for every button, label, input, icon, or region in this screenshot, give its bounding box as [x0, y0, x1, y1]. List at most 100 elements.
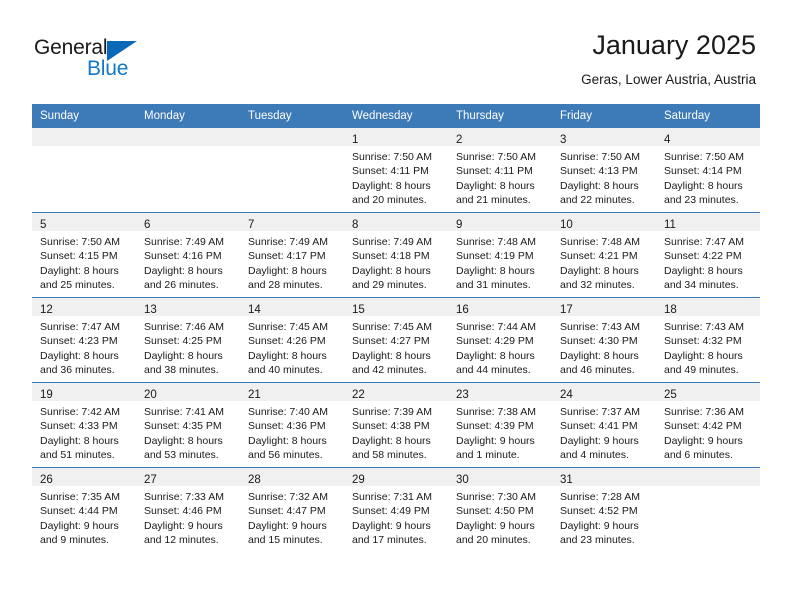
- calendar-day-cell[interactable]: 28 Sunrise: 7:32 AM Sunset: 4:47 PM Dayligh…: [240, 467, 344, 552]
- day-number: 2: [456, 134, 463, 146]
- weekday-header-saturday: Saturday: [656, 104, 760, 128]
- day-number: 10: [560, 219, 573, 231]
- day-number-band: 20: [136, 383, 240, 401]
- calendar-day-cell[interactable]: 18 Sunrise: 7:43 AM Sunset: 4:32 PM Dayligh…: [656, 297, 760, 383]
- day-number-band: [32, 128, 136, 146]
- day-detail-line: and 44 minutes.: [456, 363, 531, 376]
- day-detail-line: Daylight: 9 hours: [144, 519, 223, 532]
- calendar-day-cell[interactable]: 1 Sunrise: 7:50 AM Sunset: 4:11 PM Daylight…: [344, 128, 448, 213]
- calendar-day-cell[interactable]: 27 Sunrise: 7:33 AM Sunset: 4:46 PM Dayligh…: [136, 467, 240, 552]
- day-detail-line: Daylight: 9 hours: [664, 434, 743, 447]
- calendar-day-cell[interactable]: 14 Sunrise: 7:45 AM Sunset: 4:26 PM Dayligh…: [240, 297, 344, 383]
- calendar-day-cell[interactable]: 8 Sunrise: 7:49 AM Sunset: 4:18 PM Daylight…: [344, 212, 448, 298]
- day-number: 13: [144, 304, 157, 316]
- day-detail-line: Sunrise: 7:39 AM: [352, 406, 432, 418]
- calendar-day-cell[interactable]: 20 Sunrise: 7:41 AM Sunset: 4:35 PM Dayligh…: [136, 382, 240, 468]
- calendar-day-cell[interactable]: 9 Sunrise: 7:48 AM Sunset: 4:19 PM Daylight…: [448, 212, 552, 298]
- day-cell-details: Sunrise: 7:37 AM Sunset: 4:41 PM Daylight:…: [552, 401, 656, 462]
- day-detail-line: Daylight: 8 hours: [664, 264, 743, 277]
- day-detail-line: Daylight: 8 hours: [248, 434, 327, 447]
- day-number-band: 7: [240, 213, 344, 231]
- calendar-day-cell[interactable]: 10 Sunrise: 7:48 AM Sunset: 4:21 PM Dayligh…: [552, 212, 656, 298]
- calendar-day-cell[interactable]: 23 Sunrise: 7:38 AM Sunset: 4:39 PM Dayligh…: [448, 382, 552, 468]
- day-detail-line: Sunrise: 7:48 AM: [560, 236, 640, 248]
- calendar-day-cell[interactable]: 12 Sunrise: 7:47 AM Sunset: 4:23 PM Dayligh…: [32, 297, 136, 383]
- day-detail-line: Sunrise: 7:50 AM: [352, 151, 432, 163]
- calendar-day-cell[interactable]: 25 Sunrise: 7:36 AM Sunset: 4:42 PM Dayligh…: [656, 382, 760, 468]
- day-detail-line: Sunrise: 7:42 AM: [40, 406, 120, 418]
- day-number-band: 22: [344, 383, 448, 401]
- day-number: 11: [664, 219, 676, 231]
- calendar-day-cell[interactable]: 19 Sunrise: 7:42 AM Sunset: 4:33 PM Dayligh…: [32, 382, 136, 468]
- day-detail-line: and 58 minutes.: [352, 448, 427, 461]
- calendar-day-cell[interactable]: 11 Sunrise: 7:47 AM Sunset: 4:22 PM Dayligh…: [656, 212, 760, 298]
- day-detail-line: Sunset: 4:29 PM: [456, 335, 534, 348]
- day-detail-line: Sunset: 4:32 PM: [664, 335, 742, 348]
- calendar-day-cell[interactable]: 15 Sunrise: 7:45 AM Sunset: 4:27 PM Dayligh…: [344, 297, 448, 383]
- day-detail-line: Sunrise: 7:50 AM: [560, 151, 640, 163]
- calendar-day-cell[interactable]: 22 Sunrise: 7:39 AM Sunset: 4:38 PM Dayligh…: [344, 382, 448, 468]
- day-number-band: 31: [552, 468, 656, 486]
- day-detail-line: Sunrise: 7:40 AM: [248, 406, 328, 418]
- weekday-header-monday: Monday: [136, 104, 240, 128]
- day-detail-line: Sunrise: 7:33 AM: [144, 491, 224, 503]
- day-detail-line: Daylight: 9 hours: [560, 434, 639, 447]
- day-number: 22: [352, 389, 365, 401]
- calendar-day-cell[interactable]: 3 Sunrise: 7:50 AM Sunset: 4:13 PM Daylight…: [552, 128, 656, 213]
- calendar-day-cell[interactable]: 31 Sunrise: 7:28 AM Sunset: 4:52 PM Dayligh…: [552, 467, 656, 552]
- day-number: 1: [352, 134, 359, 146]
- day-detail-line: Sunset: 4:46 PM: [144, 505, 222, 518]
- calendar-day-cell[interactable]: 16 Sunrise: 7:44 AM Sunset: 4:29 PM Dayligh…: [448, 297, 552, 383]
- calendar-day-cell[interactable]: 17 Sunrise: 7:43 AM Sunset: 4:30 PM Dayligh…: [552, 297, 656, 383]
- calendar-day-cell[interactable]: 7 Sunrise: 7:49 AM Sunset: 4:17 PM Daylight…: [240, 212, 344, 298]
- day-cell-details: Sunrise: 7:32 AM Sunset: 4:47 PM Daylight:…: [240, 486, 344, 547]
- day-number: 5: [40, 219, 47, 231]
- calendar-day-cell[interactable]: 2 Sunrise: 7:50 AM Sunset: 4:11 PM Daylight…: [448, 128, 552, 213]
- general-blue-logo[interactable]: General Blue: [34, 36, 264, 82]
- day-cell-details: Sunrise: 7:42 AM Sunset: 4:33 PM Daylight:…: [32, 401, 136, 462]
- calendar-day-cell[interactable]: 4 Sunrise: 7:50 AM Sunset: 4:14 PM Daylight…: [656, 128, 760, 213]
- day-cell-details: Sunrise: 7:39 AM Sunset: 4:38 PM Daylight:…: [344, 401, 448, 462]
- day-number: 14: [248, 304, 261, 316]
- day-number: 31: [560, 474, 573, 486]
- day-detail-line: Daylight: 8 hours: [352, 179, 431, 192]
- day-detail-line: Daylight: 9 hours: [248, 519, 327, 532]
- day-detail-line: and 56 minutes.: [248, 448, 323, 461]
- day-detail-line: Sunset: 4:18 PM: [352, 250, 430, 263]
- day-detail-line: Sunset: 4:49 PM: [352, 505, 430, 518]
- page-header: General Blue January 2025 Geras, Lower A…: [0, 0, 792, 100]
- calendar-day-cell[interactable]: 13 Sunrise: 7:46 AM Sunset: 4:25 PM Dayligh…: [136, 297, 240, 383]
- day-detail-line: and 53 minutes.: [144, 448, 219, 461]
- day-detail-line: Daylight: 9 hours: [456, 519, 535, 532]
- day-number-band: 17: [552, 298, 656, 316]
- calendar-day-cell[interactable]: 26 Sunrise: 7:35 AM Sunset: 4:44 PM Dayligh…: [32, 467, 136, 552]
- day-number-band: 11: [656, 213, 760, 231]
- day-cell-details: Sunrise: 7:45 AM Sunset: 4:27 PM Daylight:…: [344, 316, 448, 377]
- day-detail-line: and 40 minutes.: [248, 363, 323, 376]
- day-number-band: 19: [32, 383, 136, 401]
- day-cell-details: Sunrise: 7:38 AM Sunset: 4:39 PM Daylight:…: [448, 401, 552, 462]
- day-cell-details: Sunrise: 7:49 AM Sunset: 4:18 PM Daylight:…: [344, 231, 448, 292]
- calendar-week-row: 26 Sunrise: 7:35 AM Sunset: 4:44 PM Dayligh…: [32, 467, 760, 552]
- day-number-band: 13: [136, 298, 240, 316]
- calendar-day-cell[interactable]: 29 Sunrise: 7:31 AM Sunset: 4:49 PM Dayligh…: [344, 467, 448, 552]
- day-detail-line: Daylight: 8 hours: [144, 349, 223, 362]
- calendar-day-cell[interactable]: 5 Sunrise: 7:50 AM Sunset: 4:15 PM Daylight…: [32, 212, 136, 298]
- day-detail-line: and 29 minutes.: [352, 278, 427, 291]
- day-detail-line: and 23 minutes.: [664, 193, 739, 206]
- day-detail-line: Sunset: 4:11 PM: [456, 165, 533, 178]
- day-detail-line: Sunrise: 7:49 AM: [144, 236, 224, 248]
- calendar-day-cell[interactable]: 21 Sunrise: 7:40 AM Sunset: 4:36 PM Dayligh…: [240, 382, 344, 468]
- day-detail-line: and 25 minutes.: [40, 278, 115, 291]
- day-number-band: 29: [344, 468, 448, 486]
- calendar-day-cell[interactable]: 24 Sunrise: 7:37 AM Sunset: 4:41 PM Dayligh…: [552, 382, 656, 468]
- day-detail-line: and 32 minutes.: [560, 278, 635, 291]
- calendar-day-cell[interactable]: 6 Sunrise: 7:49 AM Sunset: 4:16 PM Daylight…: [136, 212, 240, 298]
- day-number: 16: [456, 304, 469, 316]
- day-cell-details: Sunrise: 7:43 AM Sunset: 4:30 PM Daylight:…: [552, 316, 656, 377]
- calendar-day-cell[interactable]: 30 Sunrise: 7:30 AM Sunset: 4:50 PM Dayligh…: [448, 467, 552, 552]
- calendar-day-cell-empty: [240, 128, 344, 213]
- day-detail-line: Sunrise: 7:46 AM: [144, 321, 224, 333]
- day-detail-line: Daylight: 8 hours: [560, 264, 639, 277]
- weekday-header-wednesday: Wednesday: [344, 104, 448, 128]
